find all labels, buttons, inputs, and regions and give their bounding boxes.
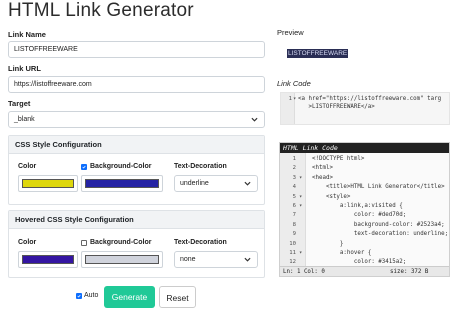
code-line-number: 11 (289, 250, 296, 256)
target-select-value: _blank (14, 116, 35, 123)
reset-button[interactable]: Reset (159, 286, 196, 308)
code-line: a:hover { (312, 250, 372, 256)
link-url-input[interactable]: https://listoffreeware.com (8, 76, 265, 93)
code-line: <style> (312, 193, 351, 200)
link-code-line: <a href="https://listoffreeware.com" tar… (298, 96, 442, 102)
chevron-down-icon (244, 257, 251, 262)
code-line: <title>HTML Link Generator</title> (312, 184, 445, 191)
background-color-picker[interactable] (81, 175, 163, 192)
fold-icon[interactable]: ▾ (299, 203, 302, 209)
code-line: color: #3415a2; (312, 259, 407, 266)
code-line: background-color: #2523a4; (312, 221, 445, 228)
background-color-checkbox[interactable] (81, 164, 87, 170)
preview-label: Preview (277, 28, 304, 37)
target-select[interactable]: _blank (8, 111, 265, 128)
color-label: Color (18, 163, 37, 170)
link-url-label: Link URL (8, 64, 41, 73)
code-line-number: 3 (292, 174, 296, 181)
preview-link[interactable]: LISTOFFREEWARE (287, 49, 349, 58)
link-name-input[interactable]: LISTOFFREEWARE (8, 41, 265, 58)
code-line-number: 9 (292, 231, 296, 238)
color-swatch (22, 179, 74, 188)
code-line: text-decoration: underline; (312, 231, 449, 238)
hover-background-color-label: Background-Color (90, 239, 152, 246)
check-icon (77, 294, 81, 298)
code-line-number: 1 (292, 156, 296, 162)
hover-color-swatch (22, 255, 74, 264)
link-code-line: >LISTOFFREEWARE</a> (298, 104, 375, 110)
css-style-panel: CSS Style Configuration Color Background… (8, 135, 265, 205)
link-code-label: Link Code (277, 79, 311, 88)
hover-style-panel: Hovered CSS Style Configuration Color Ba… (8, 210, 265, 278)
hover-text-decoration-value: none (180, 256, 196, 263)
background-color-label: Background-Color (90, 163, 152, 170)
link-code-editor[interactable]: 1 ▾ <a href="https://listoffreeware.com"… (280, 92, 450, 125)
editor-status-bar: Ln: 1 Col: 0 size: 372 B (280, 266, 449, 276)
code-line: <html> (312, 165, 333, 172)
auto-checkbox[interactable] (76, 293, 82, 299)
text-decoration-select[interactable]: underline (174, 175, 258, 192)
fold-icon[interactable]: ▾ (299, 250, 302, 256)
code-line-number: 4 (292, 184, 296, 191)
link-name-label: Link Name (8, 30, 46, 39)
html-code-header: HTML Link Code (280, 143, 449, 153)
target-label: Target (8, 99, 31, 108)
hover-text-decoration-select[interactable]: none (174, 251, 258, 268)
color-picker[interactable] (18, 175, 78, 192)
code-size: size: 372 B (390, 269, 429, 275)
hover-color-picker[interactable] (18, 251, 78, 268)
code-line-number: 2 (292, 165, 296, 172)
hover-style-heading: Hovered CSS Style Configuration (9, 211, 264, 229)
text-decoration-label: Text-Decoration (174, 163, 227, 170)
css-style-heading: CSS Style Configuration (9, 136, 264, 154)
background-color-swatch (85, 179, 159, 188)
code-line-number: 8 (292, 221, 296, 228)
code-line-number: 12 (289, 259, 296, 266)
code-line-number: 5 (292, 193, 296, 200)
fold-icon[interactable]: ▾ (299, 175, 302, 181)
auto-label: Auto (84, 292, 99, 299)
fold-icon: ▾ (293, 96, 297, 102)
code-line-number: 6 (292, 203, 296, 209)
link-code-line-number: 1 (288, 96, 292, 102)
code-line: a:link,a:visited { (312, 203, 403, 209)
code-line: color: #ded70d; (312, 212, 407, 219)
page-title: HTML Link Generator (8, 0, 194, 21)
generate-button[interactable]: Generate (104, 286, 155, 308)
hover-background-color-checkbox[interactable] (81, 240, 87, 246)
code-line-number: 7 (292, 212, 296, 219)
fold-icon[interactable]: ▾ (299, 194, 302, 200)
html-code-editor[interactable]: HTML Link Code 1 <!DOCTYPE html> 2 <html> 3 ▾… (279, 142, 450, 277)
code-line: <head> (312, 174, 333, 181)
check-icon (82, 165, 86, 169)
hover-color-label: Color (18, 239, 37, 246)
hover-background-color-swatch (85, 255, 159, 264)
code-line-number: 10 (289, 240, 296, 247)
chevron-down-icon (244, 181, 251, 186)
hover-background-color-picker[interactable] (81, 251, 163, 268)
code-line: } (312, 240, 344, 247)
hover-text-decoration-label: Text-Decoration (174, 239, 227, 246)
cursor-position: Ln: 1 Col: 0 (283, 269, 325, 275)
chevron-down-icon (251, 117, 258, 122)
code-line: <!DOCTYPE html> (312, 156, 365, 162)
text-decoration-value: underline (180, 180, 209, 187)
